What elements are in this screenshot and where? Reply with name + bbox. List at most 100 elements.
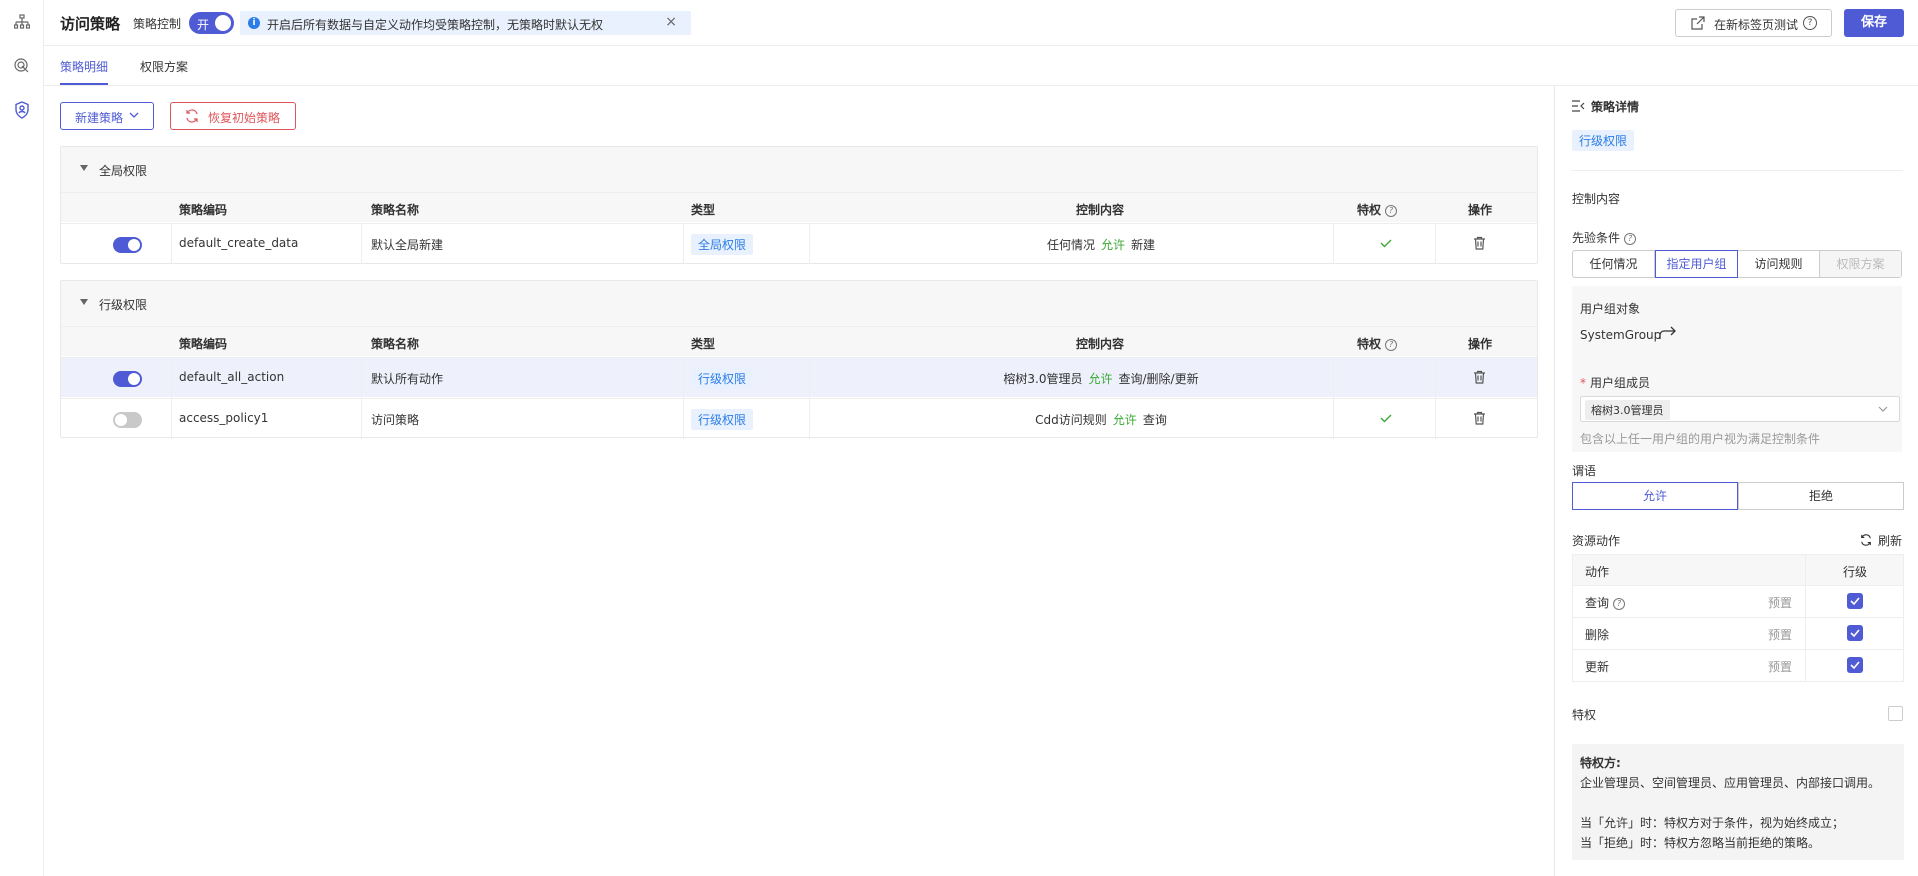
- info-icon: i: [248, 17, 260, 29]
- col-privilege: 特权?: [1357, 201, 1398, 218]
- col-name: 策略名称: [371, 337, 420, 351]
- chevron-down-icon: [1877, 403, 1889, 418]
- action-name: 删除: [1585, 628, 1610, 642]
- divider: [1571, 170, 1903, 171]
- group-header[interactable]: 全局权限: [61, 147, 1537, 192]
- seg-user-group[interactable]: 指定用户组: [1655, 250, 1738, 278]
- row-level-checkbox[interactable]: [1847, 593, 1863, 609]
- policy-group-global: 全局权限 策略编码 策略名称 类型 控制内容 特权? 操作 default_cr…: [60, 146, 1538, 264]
- check-icon: [1379, 411, 1393, 428]
- policy-name: 访问策略: [371, 413, 420, 427]
- policy-enable-toggle[interactable]: [113, 371, 142, 387]
- seg-access-rule[interactable]: 访问规则: [1738, 251, 1820, 277]
- control-content: Cdd访问规则 允许 查询: [1035, 413, 1167, 427]
- resource-actions-label: 资源动作: [1572, 534, 1621, 548]
- members-select[interactable]: 榕树3.0管理员: [1580, 396, 1900, 422]
- table-header: 策略编码 策略名称 类型 控制内容 特权? 操作: [61, 326, 1537, 356]
- preset-label: 预置: [1768, 596, 1793, 610]
- table-row: 更新 预置: [1573, 649, 1903, 681]
- restore-default-policy-button[interactable]: 恢复初始策略: [170, 102, 296, 130]
- caret-down-icon: [80, 165, 88, 171]
- refresh-button[interactable]: 刷新: [1860, 532, 1902, 549]
- col-code: 策略编码: [179, 203, 228, 217]
- group-title: 全局权限: [99, 164, 148, 178]
- share-icon[interactable]: [1659, 326, 1677, 343]
- row-level-checkbox[interactable]: [1847, 625, 1863, 641]
- group-header[interactable]: 行级权限: [61, 281, 1537, 326]
- refresh-icon: [185, 109, 199, 126]
- table-row[interactable]: default_create_data 默认全局新建 全局权限 任何情况 允许 新建: [61, 223, 1537, 264]
- test-in-new-tab-button[interactable]: 在新标签页测试 ?: [1675, 9, 1832, 37]
- policy-group-row-level: 行级权限 策略编码 策略名称 类型 控制内容 特权? 操作 default_al…: [60, 280, 1538, 439]
- user-group-value: SystemGroup: [1580, 328, 1662, 342]
- user-group-box: 用户组对象 SystemGroup * 用户组成员 榕树3.0管理员 包含以上任一…: [1572, 286, 1902, 452]
- help-icon[interactable]: ?: [1613, 597, 1626, 610]
- col-content: 控制内容: [1076, 203, 1125, 217]
- col-type: 类型: [691, 203, 716, 217]
- col-privilege: 特权?: [1357, 335, 1398, 352]
- privilege-label: 特权: [1572, 708, 1597, 722]
- top-bar: 访问策略 策略控制 开 i 开启后所有数据与自定义动作均受策略控制，无策略时默认…: [44, 0, 1918, 46]
- action-name: 查询?: [1585, 594, 1626, 611]
- note-line: 当「允许」时：特权方对于条件，视为始终成立；: [1580, 816, 1845, 830]
- predicate-allow[interactable]: 允许: [1572, 482, 1738, 510]
- table-row[interactable]: default_all_action 默认所有动作 行级权限 榕树3.0管理员允…: [61, 357, 1537, 398]
- row-level-checkbox[interactable]: [1847, 657, 1863, 673]
- tab-policy-details[interactable]: 策略明细: [60, 58, 108, 75]
- help-icon[interactable]: ?: [1624, 232, 1637, 245]
- panel-type-tag: 行级权限: [1572, 130, 1635, 151]
- col-ops: 操作: [1468, 203, 1493, 217]
- menu-fold-icon[interactable]: [1571, 100, 1585, 115]
- help-icon[interactable]: ?: [1385, 204, 1398, 217]
- preset-label: 预置: [1768, 628, 1793, 642]
- col-ops: 操作: [1468, 337, 1493, 351]
- test-button-label: 在新标签页测试: [1714, 18, 1799, 32]
- note-line: 当「拒绝」时：特权方忽略当前拒绝的策略。: [1580, 836, 1821, 850]
- privilege-note: 特权方: 企业管理员、空间管理员、应用管理员、内部接口调用。 当「允许」时：特权…: [1572, 744, 1904, 860]
- policy-code: access_policy1: [179, 411, 269, 425]
- page-title: 访问策略: [60, 15, 121, 33]
- seg-permission-scheme: 权限方案: [1820, 251, 1901, 277]
- user-group-label: 用户组对象: [1580, 302, 1641, 316]
- shield-user-icon[interactable]: [12, 100, 32, 120]
- external-link-icon: [1691, 16, 1705, 33]
- tab-permission-schemes[interactable]: 权限方案: [140, 58, 188, 75]
- precondition-label: 先验条件?: [1572, 229, 1637, 246]
- note-line: 企业管理员、空间管理员、应用管理员、内部接口调用。: [1580, 776, 1881, 790]
- help-icon[interactable]: ?: [1385, 338, 1398, 351]
- refresh-icon: [1860, 534, 1872, 549]
- table-row: 查询? 预置: [1573, 585, 1903, 617]
- policy-enable-toggle[interactable]: [113, 412, 142, 428]
- col-type: 类型: [691, 337, 716, 351]
- notice-text: 开启后所有数据与自定义动作均受策略控制，无策略时默认无权: [267, 18, 604, 32]
- new-policy-button[interactable]: 新建策略: [60, 102, 154, 130]
- toggle-on-label: 开: [197, 18, 210, 32]
- panel-header: 策略详情: [1571, 98, 1639, 115]
- delete-icon[interactable]: [1473, 370, 1486, 387]
- members-label: * 用户组成员: [1580, 376, 1651, 390]
- seg-any[interactable]: 任何情况: [1573, 251, 1655, 277]
- close-icon[interactable]: ×: [665, 14, 677, 30]
- delete-icon[interactable]: [1473, 411, 1486, 428]
- type-tag: 行级权限: [691, 409, 754, 430]
- save-button[interactable]: 保存: [1844, 9, 1904, 37]
- col-action: 动作: [1585, 565, 1610, 579]
- delete-icon[interactable]: [1473, 236, 1486, 253]
- policy-name: 默认全局新建: [371, 238, 444, 252]
- info-notice: i 开启后所有数据与自定义动作均受策略控制，无策略时默认无权 ×: [240, 11, 691, 35]
- new-policy-label: 新建策略: [75, 111, 124, 125]
- policy-enable-toggle[interactable]: [113, 237, 142, 253]
- tab-active-indicator: [60, 83, 108, 85]
- privilege-checkbox[interactable]: [1888, 706, 1903, 721]
- policy-control-toggle[interactable]: 开: [189, 12, 234, 34]
- col-code: 策略编码: [179, 337, 228, 351]
- help-icon[interactable]: ?: [1803, 16, 1817, 30]
- touch-icon[interactable]: [12, 56, 32, 76]
- org-tree-icon[interactable]: [12, 12, 32, 32]
- predicate-deny[interactable]: 拒绝: [1738, 482, 1904, 510]
- check-icon: [1379, 236, 1393, 253]
- policy-name: 默认所有动作: [371, 372, 444, 386]
- precondition-selector: 任何情况 指定用户组 访问规则 权限方案: [1572, 250, 1902, 278]
- table-row[interactable]: access_policy1 访问策略 行级权限 Cdd访问规则 允许 查询: [61, 398, 1537, 439]
- member-chip: 榕树3.0管理员: [1585, 400, 1670, 420]
